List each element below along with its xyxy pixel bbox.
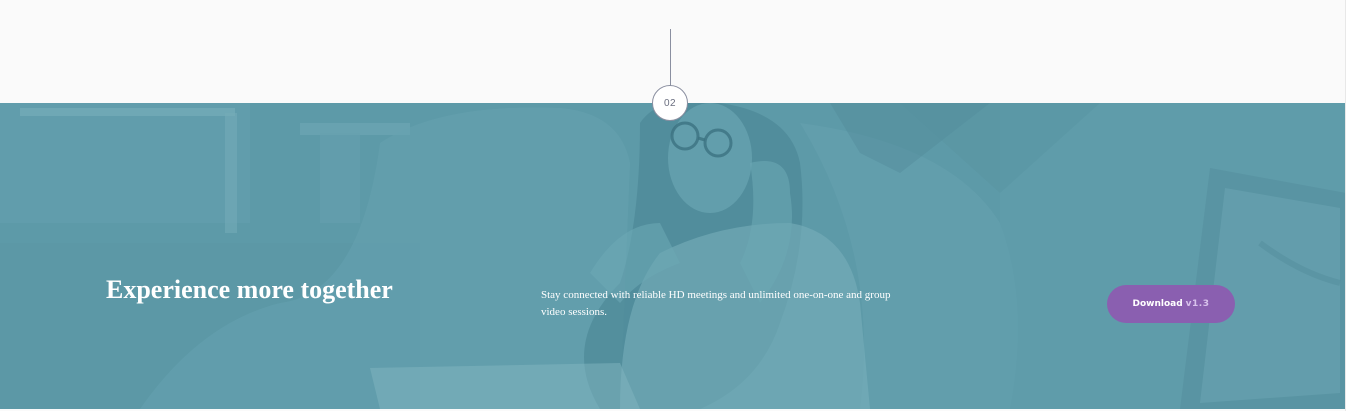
step-number-badge: 02 [652, 85, 688, 121]
step-number: 02 [663, 97, 677, 109]
hero-headline: Experience more together [106, 275, 393, 304]
download-button-label: Download [1132, 299, 1183, 309]
timeline-connector [670, 29, 671, 87]
download-version-label: v1.3 [1185, 299, 1210, 309]
page: Experience more together Stay connected … [0, 0, 1346, 411]
hero-description: Stay connected with reliable HD meetings… [541, 289, 891, 318]
download-button[interactable]: Download v1.3 [1107, 285, 1235, 323]
hero-section: Experience more together Stay connected … [0, 103, 1346, 409]
hero-background-photo [0, 103, 1346, 409]
